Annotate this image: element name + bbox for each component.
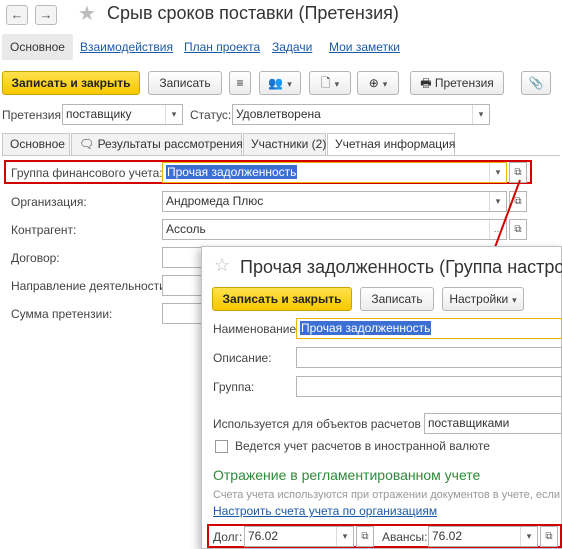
popup-description-field[interactable] xyxy=(296,347,562,368)
fin-group-value: Прочая задолженность xyxy=(166,165,298,179)
popup-open-advance-button[interactable]: ⧉ xyxy=(540,526,558,547)
contractor-field[interactable]: Ассоль… xyxy=(162,219,507,240)
chevron-down-icon[interactable]: ▾ xyxy=(336,527,353,546)
fin-group-label: Группа финансового учета: xyxy=(11,166,163,180)
chevron-down-icon[interactable]: ▾ xyxy=(472,105,489,124)
claim-type-label: Претензия: xyxy=(2,108,65,122)
print-forms-dropdown-button[interactable]: 🗋 xyxy=(309,71,351,95)
list-icon: ≡ xyxy=(236,76,244,90)
popup-group-label: Группа: xyxy=(213,380,255,394)
nav-tasks[interactable]: Задачи xyxy=(272,40,312,54)
nav-my-notes[interactable]: Мои заметки xyxy=(329,40,400,54)
popup-advance-label: Авансы: xyxy=(382,530,428,544)
chevron-down-icon[interactable]: ▾ xyxy=(520,527,537,546)
popup-foreign-currency-checkbox[interactable] xyxy=(215,440,228,453)
contractor-label: Контрагент: xyxy=(11,223,77,237)
print-claim-button[interactable]: 🖶 Претензия xyxy=(410,71,504,95)
popup-used-for-select[interactable]: поставщиками xyxy=(424,413,562,434)
open-window-icon: ⧉ xyxy=(361,531,369,542)
arrow-left-icon: ← xyxy=(10,7,24,22)
popup-debt-value: 76.02 xyxy=(248,529,279,543)
forward-button[interactable]: → xyxy=(35,5,57,25)
popup-used-for-value: поставщиками xyxy=(428,416,510,430)
popup-debt-label: Долг: xyxy=(213,530,243,544)
favorite-star-icon[interactable]: ★ xyxy=(78,1,96,26)
tab-accounting-info[interactable]: Учетная информация xyxy=(327,133,455,156)
save-and-close-button[interactable]: Записать и закрыть xyxy=(2,71,140,95)
tab-participants[interactable]: Участники (2) xyxy=(243,133,326,155)
chevron-down-icon[interactable]: ▾ xyxy=(165,105,182,124)
group-settings-popup: ☆ Прочая задолженность (Группа настроек … xyxy=(201,246,562,549)
arrow-right-icon: → xyxy=(39,7,53,22)
document-icon: 🗋 xyxy=(321,76,339,90)
claim-type-value: поставщику xyxy=(66,107,132,121)
users-dropdown-button[interactable]: 👥 xyxy=(259,71,301,95)
status-label: Статус: xyxy=(190,108,232,122)
printer-icon: 🖶 xyxy=(420,76,435,90)
window-title: Срыв сроков поставки (Претензия) xyxy=(107,3,399,23)
tab-review-results[interactable]: 🗨 Результаты рассмотрения xyxy=(71,133,243,155)
status-value: Удовлетворена xyxy=(236,107,321,121)
popup-section-title: Отражение в регламентированном учете xyxy=(213,467,481,483)
popup-open-debt-button[interactable]: ⧉ xyxy=(356,526,374,547)
popup-save-and-close-button[interactable]: Записать и закрыть xyxy=(212,287,352,311)
open-window-icon: ⧉ xyxy=(545,531,553,542)
popup-save-button[interactable]: Записать xyxy=(360,287,434,311)
popup-section-hint: Счета учета используются при отражении д… xyxy=(213,489,561,501)
popup-name-field[interactable]: Прочая задолженность xyxy=(296,318,562,339)
claim-sum-field[interactable] xyxy=(162,303,202,324)
contract-label: Договор: xyxy=(11,251,60,265)
create-based-on-button[interactable]: ⊕ xyxy=(357,71,399,95)
users-icon: 👥 xyxy=(268,76,291,90)
nav-main[interactable]: Основное xyxy=(2,34,73,60)
popup-used-for-label: Используется для объектов расчетов с: xyxy=(213,417,434,431)
fin-group-field[interactable]: Прочая задолженность ▾ xyxy=(162,162,507,183)
nav-interactions[interactable]: Взаимодействия xyxy=(80,40,173,54)
tab-divider xyxy=(2,155,560,156)
organization-label: Организация: xyxy=(11,195,87,209)
organization-field[interactable]: Андромеда Плюс ▾ xyxy=(162,191,507,212)
popup-name-value: Прочая задолженность xyxy=(300,321,432,335)
popup-group-field[interactable] xyxy=(296,376,562,397)
report-button[interactable]: ≡ xyxy=(229,71,251,95)
paperclip-icon: 📎 xyxy=(528,76,544,90)
contract-field[interactable] xyxy=(162,247,202,268)
claim-type-select[interactable]: поставщику ▾ xyxy=(62,104,183,125)
status-select[interactable]: Удовлетворена ▾ xyxy=(232,104,490,125)
comment-icon: 🗨 xyxy=(79,137,98,151)
popup-debt-field[interactable]: 76.02 ▾ xyxy=(244,526,354,547)
back-button[interactable]: ← xyxy=(6,5,28,25)
popup-configure-accounts-link[interactable]: Настроить счета учета по организациям xyxy=(213,504,437,518)
save-button[interactable]: Записать xyxy=(148,71,222,95)
popup-advance-value: 76.02 xyxy=(432,529,463,543)
popup-settings-dropdown[interactable]: Настройки xyxy=(442,287,524,311)
popup-title: Прочая задолженность (Группа настроек xyxy=(240,257,562,277)
nav-project-plan[interactable]: План проекта xyxy=(184,40,260,54)
create-icon: ⊕ xyxy=(369,76,388,90)
direction-label: Направление деятельности: xyxy=(11,279,170,293)
tab-main[interactable]: Основное xyxy=(2,133,70,155)
direction-field[interactable] xyxy=(162,275,202,296)
organization-value: Андромеда Плюс xyxy=(166,194,264,208)
favorite-star-icon[interactable]: ☆ xyxy=(214,255,230,276)
popup-description-label: Описание: xyxy=(213,351,272,365)
tab-review-results-label: Результаты рассмотрения xyxy=(97,137,243,151)
print-claim-label: Претензия xyxy=(434,76,494,90)
popup-foreign-currency-label: Ведется учет расчетов в иностранной валю… xyxy=(235,439,490,453)
attachments-button[interactable]: 📎 xyxy=(521,71,551,95)
claim-sum-label: Сумма претензии: xyxy=(11,307,113,321)
popup-name-label: Наименование: xyxy=(213,322,300,336)
contractor-value: Ассоль xyxy=(166,222,206,236)
popup-advance-field[interactable]: 76.02 ▾ xyxy=(428,526,538,547)
